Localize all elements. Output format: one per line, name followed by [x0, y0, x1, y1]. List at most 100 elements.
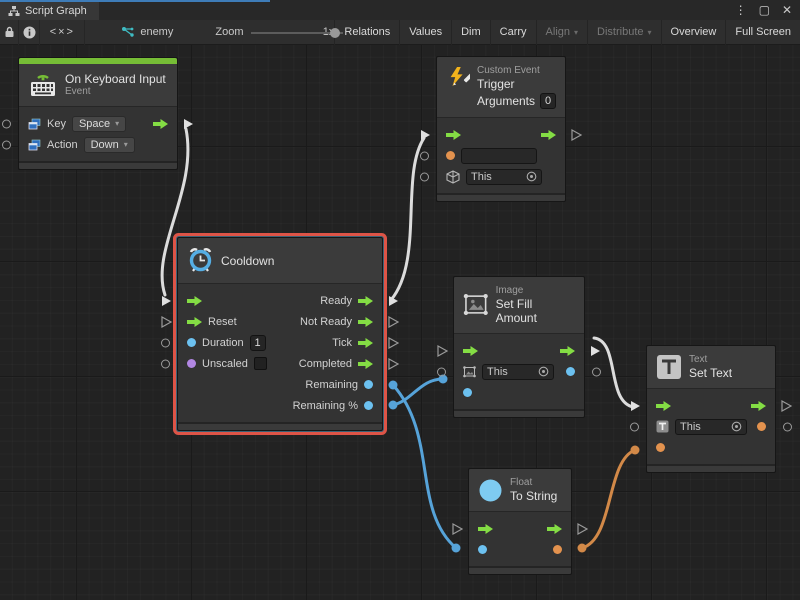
unscaled-checkbox[interactable] [254, 357, 267, 370]
duration-field[interactable]: 1 [250, 335, 266, 351]
node-set-fill-amount[interactable]: Image Set Fill Amount [453, 276, 585, 418]
target-field[interactable]: This [466, 169, 542, 185]
flow-out-port[interactable] [577, 523, 588, 535]
node-cooldown[interactable]: Cooldown Ready [177, 237, 383, 431]
unscaled-port[interactable] [161, 359, 170, 368]
key-input-port[interactable] [2, 119, 11, 128]
not-ready-out-port[interactable] [388, 316, 399, 328]
node-category: Custom Event [477, 65, 556, 77]
text-out-port[interactable] [783, 422, 792, 431]
values-button[interactable]: Values [399, 20, 451, 45]
node-title: Set Text [689, 366, 732, 380]
node-on-keyboard-input[interactable]: On Keyboard Input Event Key Space ▾ [18, 57, 178, 170]
arguments-field[interactable]: 0 [540, 93, 556, 109]
tab-script-graph[interactable]: Script Graph [0, 2, 99, 20]
carry-button[interactable]: Carry [490, 20, 536, 45]
wire-tostring-to-settext[interactable] [582, 450, 635, 548]
zoom-slider[interactable] [251, 20, 316, 45]
image-out-port[interactable] [592, 367, 601, 376]
float-port-dot[interactable] [364, 401, 373, 410]
action-input-port[interactable] [2, 140, 11, 149]
tick-out-port[interactable] [388, 337, 399, 349]
edit-source-button[interactable]: <×> [40, 20, 85, 45]
string-out-dot[interactable] [553, 545, 562, 554]
flow-output-arrow[interactable] [153, 119, 168, 129]
wire-remaining-to-tostring[interactable] [393, 385, 456, 548]
target-input-port[interactable] [420, 172, 429, 181]
key-dropdown[interactable]: Space ▾ [72, 116, 126, 132]
align-button[interactable]: Align ▾ [536, 20, 587, 45]
flow-input-arrow[interactable] [187, 317, 202, 327]
node-trigger-custom-event[interactable]: Custom Event Trigger Arguments 0 [436, 56, 566, 202]
object-picker-icon[interactable] [731, 421, 742, 432]
target-input-port[interactable] [437, 367, 446, 376]
action-dropdown[interactable]: Down ▾ [84, 137, 135, 153]
string-port-dot[interactable] [656, 443, 665, 452]
flow-out-port[interactable] [590, 345, 601, 357]
target-input-port[interactable] [630, 422, 639, 431]
string-port-dot[interactable] [446, 151, 455, 160]
window-maximize-icon[interactable]: ▢ [759, 3, 770, 17]
flow-output-arrow[interactable] [751, 401, 766, 411]
node-category: Image [496, 285, 575, 297]
duration-port[interactable] [161, 338, 170, 347]
flow-output-arrow[interactable] [358, 296, 373, 306]
full-screen-button[interactable]: Full Screen [725, 20, 800, 45]
inspect-button[interactable] [19, 20, 40, 45]
overview-button[interactable]: Overview [661, 20, 726, 45]
dim-button[interactable]: Dim [451, 20, 490, 45]
flow-input-arrow[interactable] [656, 401, 671, 411]
toolbar: <×> enemy Zoom 1x Relations Values Dim C… [0, 20, 800, 45]
distribute-button[interactable]: Distribute ▾ [587, 20, 660, 45]
float-port-dot[interactable] [463, 388, 472, 397]
port-row-target: This [647, 416, 775, 437]
window-menu-icon[interactable]: ⋮ [735, 3, 747, 17]
flow-input-arrow[interactable] [187, 296, 202, 306]
trigger-out-port[interactable] [183, 118, 194, 130]
flow-output-arrow[interactable] [541, 130, 556, 140]
lock-button[interactable] [0, 20, 19, 45]
graph-breadcrumb[interactable]: enemy [121, 26, 173, 38]
flow-output-arrow[interactable] [358, 317, 373, 327]
flow-output-arrow[interactable] [547, 524, 562, 534]
port-row-value [469, 539, 571, 560]
target-field[interactable]: This [482, 364, 554, 380]
flow-output-arrow[interactable] [358, 338, 373, 348]
text-out-dot[interactable] [757, 422, 766, 431]
float-port-dot[interactable] [187, 338, 196, 347]
ready-out-port[interactable] [388, 295, 399, 307]
graph-canvas[interactable]: On Keyboard Input Event Key Space ▾ [0, 45, 800, 600]
target-field[interactable]: This [675, 419, 747, 435]
node-set-text[interactable]: Text Set Text [646, 345, 776, 473]
wire-remainingpct-to-setfill[interactable] [393, 379, 443, 405]
flow-input-arrow[interactable] [478, 524, 493, 534]
flow-input-arrow[interactable] [446, 130, 461, 140]
flow-output-arrow[interactable] [358, 359, 373, 369]
bool-port-dot[interactable] [187, 359, 196, 368]
object-picker-icon[interactable] [538, 366, 549, 377]
float-in-dot[interactable] [478, 545, 487, 554]
name-input-port[interactable] [420, 151, 429, 160]
flow-in-port[interactable] [452, 523, 463, 535]
wire-cooldown-ready-to-trigger[interactable] [391, 138, 424, 300]
flow-out-port[interactable] [781, 400, 792, 412]
keyboard-icon [28, 72, 58, 98]
event-name-field[interactable] [461, 148, 537, 164]
window-close-icon[interactable]: ✕ [782, 3, 792, 17]
trigger-in-port[interactable] [420, 129, 431, 141]
float-port-dot[interactable] [364, 380, 373, 389]
flow-in-port[interactable] [630, 400, 641, 412]
relations-button[interactable]: Relations [334, 20, 399, 45]
reset-port[interactable] [161, 316, 172, 328]
zoom-slider-handle[interactable] [330, 28, 340, 38]
image-out-dot[interactable] [566, 367, 575, 376]
enter-port[interactable] [161, 295, 172, 307]
flow-input-arrow[interactable] [463, 346, 478, 356]
key-label: Key [47, 118, 66, 130]
flow-out-port[interactable] [571, 129, 582, 141]
object-picker-icon[interactable] [526, 171, 537, 182]
flow-in-port[interactable] [437, 345, 448, 357]
node-to-string[interactable]: Float To String [468, 468, 572, 575]
completed-out-port[interactable] [388, 358, 399, 370]
flow-output-arrow[interactable] [560, 346, 575, 356]
